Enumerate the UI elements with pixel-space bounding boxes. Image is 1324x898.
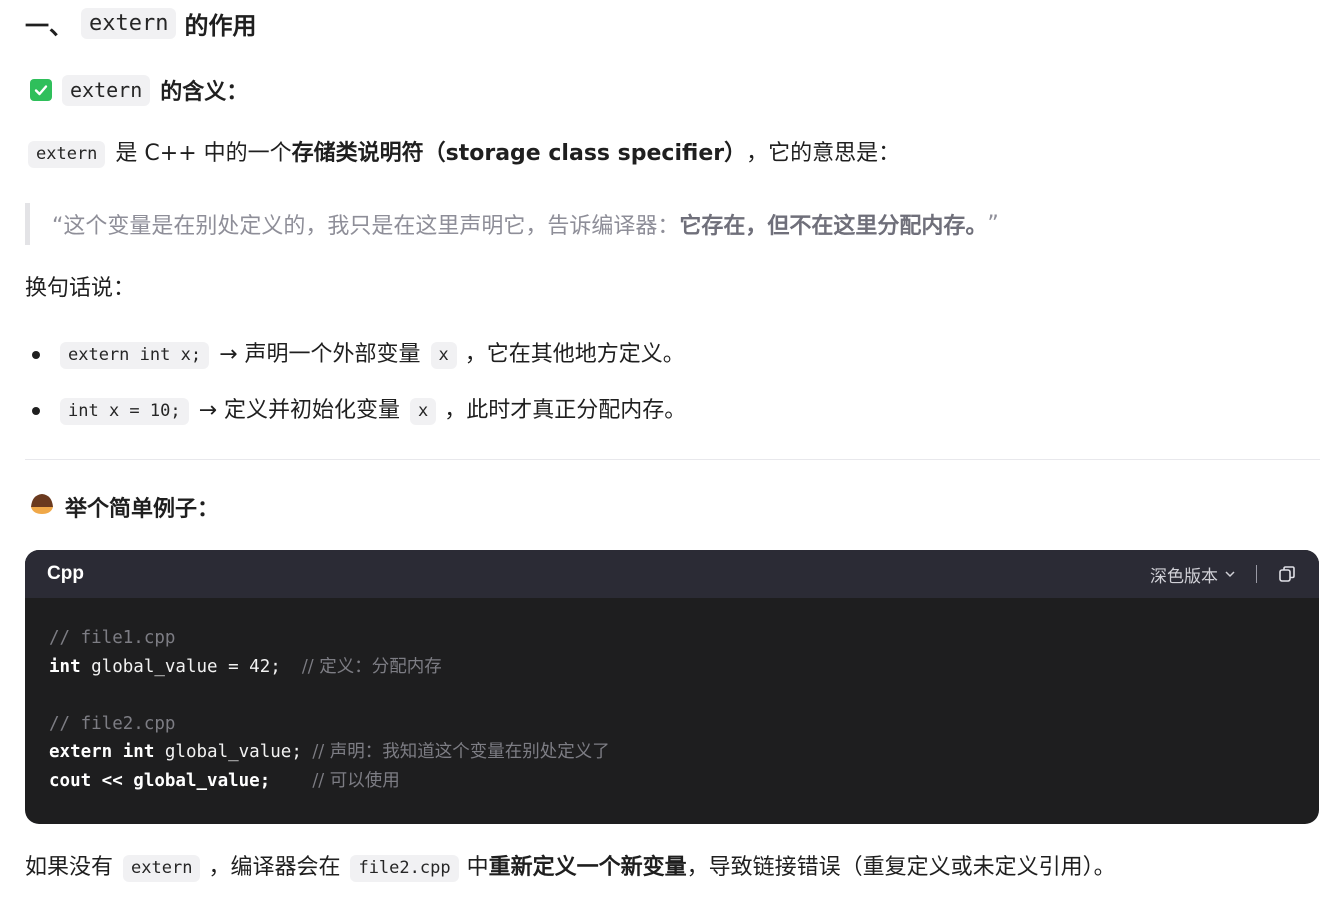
meaning-title: 的含义： bbox=[160, 80, 249, 105]
code-line: // file2.cpp bbox=[49, 710, 1295, 739]
theme-dropdown[interactable]: 深色版本 bbox=[1150, 562, 1236, 587]
footer-text-3: 中 bbox=[466, 855, 489, 880]
bullet-code: extern int x; bbox=[60, 341, 210, 369]
toolbar-separator bbox=[1256, 565, 1257, 583]
code-comment: // file2.cpp bbox=[49, 713, 176, 734]
code-text: cout << global_value; bbox=[49, 770, 313, 791]
chevron-down-icon bbox=[1225, 571, 1235, 578]
code-keyword: int bbox=[49, 656, 81, 677]
heading-suffix: 的作用 bbox=[184, 12, 257, 40]
chestnut-icon bbox=[29, 492, 55, 522]
bullet-text-1: → 声明一个外部变量 bbox=[219, 342, 421, 367]
in-other-words: 换句话说： bbox=[25, 276, 136, 301]
divider bbox=[25, 459, 1320, 460]
code-line: extern int global_value; // 声明：我知道这个变量在别… bbox=[49, 738, 1295, 767]
code-toolbar: 深色版本 bbox=[1150, 562, 1297, 587]
bullet-text-2: ，它在其他地方定义。 bbox=[464, 342, 685, 367]
footer-text-1: 如果没有 bbox=[25, 855, 114, 880]
code-block-header: Cpp 深色版本 bbox=[25, 550, 1319, 598]
code-line: // file1.cpp bbox=[49, 624, 1295, 653]
bullet-text-2: ，此时才真正分配内存。 bbox=[444, 398, 687, 423]
code-comment: // 定义：分配内存 bbox=[301, 656, 442, 677]
code-language: Cpp bbox=[47, 563, 84, 584]
quote-bold: 它存在，但不在这里分配内存。 bbox=[679, 214, 988, 239]
code-content: // file1.cpp int global_value = 42; // 定义… bbox=[25, 598, 1319, 795]
bullet-var: x bbox=[410, 397, 437, 425]
meaning-code: extern bbox=[62, 74, 151, 106]
list-item: int x = 10; → 定义并初始化变量 x ，此时才真正分配内存。 bbox=[32, 397, 686, 426]
bullet-var: x bbox=[430, 341, 457, 369]
bullet-dot bbox=[32, 351, 40, 360]
theme-label: 深色版本 bbox=[1150, 566, 1218, 587]
checkmark-icon bbox=[30, 79, 52, 101]
quote-text: “这个变量是在别处定义的，我只是在这里声明它，告诉编译器： bbox=[52, 214, 680, 239]
code-text: global_value; bbox=[154, 742, 313, 762]
code-comment: // file1.cpp bbox=[49, 628, 176, 648]
code-line: int global_value = 42; // 定义：分配内存 bbox=[49, 653, 1295, 682]
code-block: Cpp 深色版本 // file1.cpp int global_value = … bbox=[25, 550, 1319, 824]
intro-paragraph: extern 是 C++ 中的一个 存储类说明符（storage class sp… bbox=[28, 140, 900, 169]
code-text: global_value = 42; bbox=[80, 656, 302, 677]
list-item: extern int x; → 声明一个外部变量 x ，它在其他地方定义。 bbox=[32, 341, 685, 370]
bullet-dot bbox=[32, 407, 40, 416]
heading-prefix: 一、 bbox=[25, 12, 73, 40]
intro-code: extern bbox=[28, 140, 106, 168]
footer-bold: 重新定义一个新变量 bbox=[488, 855, 687, 880]
blockquote: “这个变量是在别处定义的，我只是在这里声明它，告诉编译器： 它存在，但不在这里分配… bbox=[25, 203, 1125, 245]
bullet-text-1: → 定义并初始化变量 bbox=[198, 398, 401, 423]
intro-text-2: ，它的意思是： bbox=[746, 141, 901, 166]
footer-paragraph: 如果没有 extern ，编译器会在 file2.cpp 中重新定义一个新变量，… bbox=[25, 854, 1116, 883]
quote-close: ” bbox=[987, 211, 999, 237]
code-comment: // 可以使用 bbox=[312, 770, 400, 791]
intro-text-1: 是 C++ 中的一个 bbox=[115, 141, 292, 166]
copy-icon bbox=[1279, 566, 1295, 582]
code-line: cout << global_value; // 可以使用 bbox=[49, 767, 1295, 796]
footer-code-2: file2.cpp bbox=[350, 854, 459, 882]
example-heading: 举个简单例子： bbox=[29, 491, 219, 523]
footer-code-1: extern bbox=[123, 854, 201, 882]
copy-button[interactable] bbox=[1277, 564, 1297, 584]
meaning-heading: extern 的含义： bbox=[30, 74, 248, 106]
code-keyword: extern int bbox=[49, 742, 155, 762]
bullet-code: int x = 10; bbox=[60, 397, 189, 425]
section-heading: 一、 extern 的作用 bbox=[25, 6, 256, 41]
footer-text-4: ，导致链接错误（重复定义或未定义引用）。 bbox=[686, 855, 1116, 880]
intro-bold: 存储类说明符（storage class specifier） bbox=[291, 141, 747, 166]
footer-text-2: ，编译器会在 bbox=[208, 855, 341, 880]
code-comment: // 声明：我知道这个变量在别处定义了 bbox=[312, 742, 610, 762]
example-title: 举个简单例子： bbox=[65, 497, 220, 522]
heading-code: extern bbox=[81, 7, 177, 40]
